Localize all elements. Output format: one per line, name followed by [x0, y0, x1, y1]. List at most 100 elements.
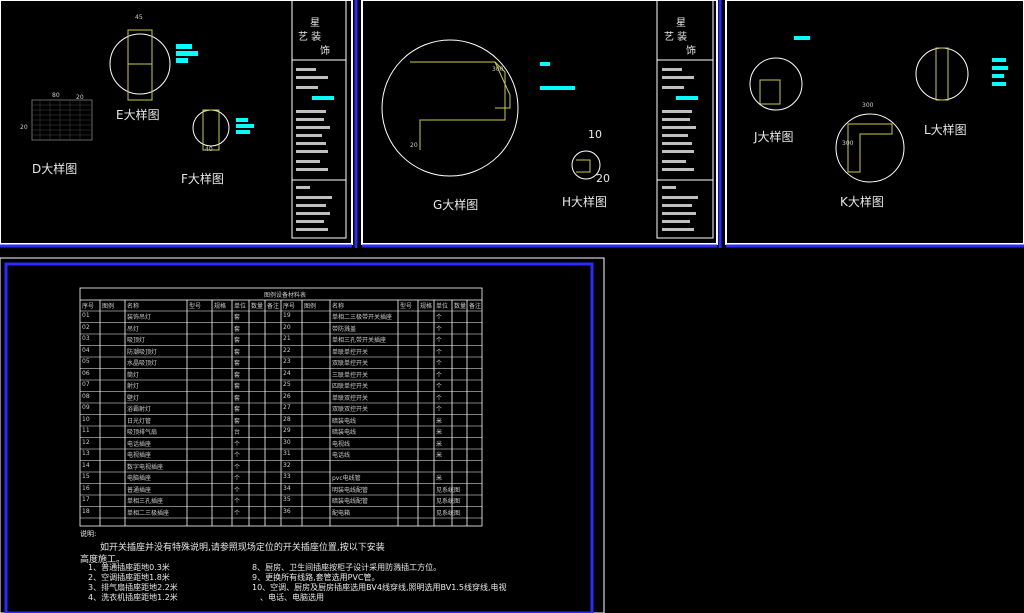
table-row-number: 20 — [283, 323, 291, 331]
table-row-name: 普通插座 — [127, 486, 152, 494]
table-header-cell: 单位 — [234, 303, 247, 310]
table-row-unit: 套 — [234, 383, 241, 390]
table-row-unit: 个 — [234, 509, 241, 517]
table-row-unit: 见系统图 — [436, 509, 461, 517]
table-row-name: 单相三孔带开关插座 — [332, 337, 387, 344]
h-20-dim: 20 — [596, 172, 610, 185]
table-row-number: 32 — [283, 461, 291, 469]
table-header-cell: 备注 — [267, 303, 280, 310]
table-row-number: 36 — [283, 507, 291, 515]
f-bottom-dim: 40 — [205, 146, 213, 153]
table-row-unit: 米 — [436, 440, 443, 448]
table-row-unit: 个 — [436, 360, 443, 367]
table-row-number: 18 — [82, 507, 90, 515]
table-row-unit: 套 — [234, 325, 241, 333]
table-row-unit: 套 — [234, 406, 241, 413]
table-row-name: 电视线 — [332, 440, 351, 448]
table-row-unit: 米 — [436, 417, 443, 425]
table-row-number: 02 — [82, 323, 90, 331]
table-row-unit: 个 — [436, 337, 443, 344]
l-detail-circle — [915, 47, 969, 101]
table-row-name: 单相三孔插座 — [127, 498, 164, 505]
table-row-number: 31 — [283, 450, 291, 457]
table-row-name: 吸顶灯 — [127, 337, 146, 344]
table-row-name: 单相二三极插座 — [127, 509, 170, 517]
table-header-cell: 规格 — [420, 303, 433, 310]
table-row-number: 08 — [82, 392, 90, 400]
table-row-unit: 米 — [436, 475, 443, 482]
g-detail-label: G大样图 — [433, 198, 479, 212]
k-detail-label: K大样图 — [840, 195, 884, 209]
table-row-number: 24 — [283, 369, 291, 377]
table-row-unit: 套 — [234, 348, 241, 356]
table-header-cell: 数量 — [454, 303, 467, 310]
table-header-cell: 规格 — [214, 303, 227, 310]
table-row-unit: 套 — [234, 314, 241, 321]
table-row-name: 配电箱 — [332, 509, 351, 517]
table-header-cell: 备注 — [469, 303, 482, 310]
k-300-dim: 300 — [862, 102, 874, 109]
title-block-2-logo-2: 艺 装 — [664, 32, 688, 43]
table-row-number: 09 — [82, 404, 90, 411]
f-detail-circle — [192, 109, 230, 147]
d-detail-label: D大样图 — [32, 162, 78, 176]
table-row-number: 05 — [82, 358, 90, 365]
table-row-number: 14 — [82, 461, 90, 469]
table-row-unit: 套 — [234, 417, 241, 425]
table-row-unit: 套 — [234, 337, 241, 344]
table-row-name: 四联单控开关 — [332, 383, 369, 390]
table-row-name: 电话插座 — [127, 440, 152, 448]
table-row-name: 单联双控开关 — [332, 394, 369, 402]
table-row-number: 10 — [82, 415, 90, 423]
table-row-unit: 套 — [234, 360, 241, 367]
table-header-cell: 型号 — [189, 303, 202, 310]
table-row-name: 双联单控开关 — [332, 360, 369, 367]
table-row-name: 装饰吊灯 — [127, 314, 152, 321]
e-detail-label: E大样图 — [116, 108, 160, 122]
k-side-dim: 300 — [842, 140, 854, 147]
table-row-name: 明装电线配管 — [332, 486, 369, 494]
table-row-number: 29 — [283, 427, 291, 434]
table-row-number: 12 — [82, 438, 90, 446]
l-detail-label: L大样图 — [924, 123, 967, 137]
table-row-name: 射灯 — [127, 383, 140, 390]
table-row-unit: 个 — [436, 406, 443, 413]
h-10-dim: 10 — [588, 128, 602, 141]
note-item: 4、洗衣机插座距地1.2米 — [88, 593, 178, 602]
table-row-name: 双联双控开关 — [332, 406, 369, 413]
table-row-number: 15 — [82, 473, 90, 480]
table-row-unit: 见系统图 — [436, 498, 461, 505]
table-row-name: 暗装电线 — [332, 417, 357, 425]
g-20-dim: 20 — [410, 142, 418, 149]
title-block-2-logo-1: 星 — [676, 18, 686, 29]
table-row-number: 03 — [82, 335, 90, 342]
table-header-cell: 名称 — [127, 303, 140, 310]
table-row-unit: 个 — [436, 325, 443, 333]
table-row-unit: 个 — [234, 452, 241, 459]
table-row-unit: 见系统图 — [436, 486, 461, 494]
table-row-number: 19 — [283, 312, 291, 319]
table-row-number: 25 — [283, 381, 291, 388]
table-row-name: 吊灯 — [127, 325, 140, 333]
table-row-name: 筒灯 — [127, 371, 140, 379]
d-width-dim: 80 — [52, 92, 60, 99]
table-row-unit: 米 — [436, 452, 443, 459]
table-row-number: 35 — [283, 496, 291, 503]
table-row-name: 水晶吸顶灯 — [127, 360, 158, 367]
table-row-number: 27 — [283, 404, 291, 411]
d-height-dim: 20 — [20, 124, 28, 131]
notes-intro: 如开关插座并没有特殊说明,请参照现场定位的开关插座位置,按以下安装 — [100, 543, 385, 553]
table-row-name: 数字电视插座 — [127, 463, 164, 471]
table-row-name: 带防溅盖 — [332, 325, 357, 333]
f-detail-label: F大样图 — [181, 172, 224, 186]
table-row-name: 日光灯管 — [127, 417, 152, 425]
g-300-dim: 300 — [492, 66, 504, 73]
table-row-number: 01 — [82, 312, 90, 319]
table-row-number: 33 — [283, 473, 291, 480]
cad-drawing — [0, 0, 1024, 613]
table-row-name: 电话线 — [332, 452, 351, 459]
title-block-1-logo-3: 饰 — [320, 46, 330, 57]
title-block-1-logo-1: 星 — [310, 18, 320, 29]
table-row-number: 13 — [82, 450, 90, 457]
table-row-unit: 米 — [436, 429, 443, 436]
